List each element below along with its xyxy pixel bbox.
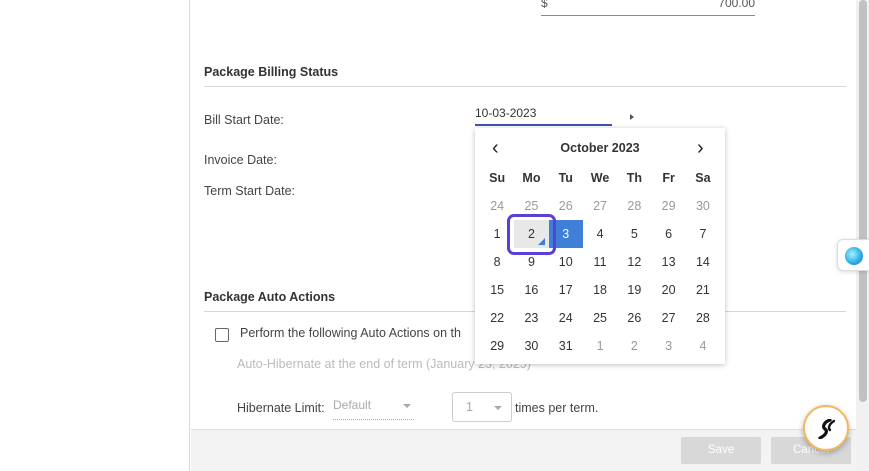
calendar-day[interactable]: 9 <box>514 248 548 276</box>
calendar-day[interactable]: 23 <box>514 304 548 332</box>
amount-field[interactable]: $ 700.00 <box>541 0 755 16</box>
calendar-day[interactable]: 7 <box>686 220 720 248</box>
billing-section-divider <box>204 86 846 87</box>
chat-logo-icon <box>818 419 836 439</box>
calendar-day[interactable]: 17 <box>549 276 583 304</box>
calendar-day[interactable]: 10 <box>549 248 583 276</box>
assistant-orb-icon <box>845 247 863 265</box>
left-blank-area <box>0 0 190 471</box>
weekday-header: Th <box>626 171 642 185</box>
calendar-day-next-month[interactable]: 4 <box>686 332 720 360</box>
times-value: 1 <box>466 400 473 414</box>
calendar-day[interactable]: 20 <box>651 276 685 304</box>
help-chat-button[interactable] <box>803 405 849 451</box>
calendar-day[interactable]: 4 <box>583 220 617 248</box>
scrollbar-thumb[interactable] <box>859 0 867 402</box>
calendar-day[interactable]: 29 <box>480 332 514 360</box>
calendar-day-prev-month[interactable]: 25 <box>514 192 548 220</box>
weekday-header: Fr <box>662 171 675 185</box>
calendar-day[interactable]: 31 <box>549 332 583 360</box>
hibernate-limit-select[interactable]: Default <box>333 396 414 420</box>
calendar-day-prev-month[interactable]: 29 <box>651 192 685 220</box>
auto-actions-checkbox[interactable] <box>215 328 229 342</box>
calendar-day[interactable]: 12 <box>617 248 651 276</box>
calendar-day[interactable]: 18 <box>583 276 617 304</box>
bill-start-label: Bill Start Date: <box>204 113 284 127</box>
calendar-day-prev-month[interactable]: 27 <box>583 192 617 220</box>
calendar-day[interactable]: 11 <box>583 248 617 276</box>
auto-actions-section-title: Package Auto Actions <box>204 290 336 304</box>
hibernate-limit-label: Hibernate Limit: <box>237 401 325 415</box>
weekday-header: Mo <box>522 171 541 185</box>
calendar-day-prev-month[interactable]: 28 <box>617 192 651 220</box>
calendar-day-selected[interactable]: 3 <box>548 220 583 248</box>
calendar-day[interactable]: 8 <box>480 248 514 276</box>
chevron-down-icon <box>403 404 411 408</box>
currency-symbol: $ <box>541 0 548 10</box>
calendar-day-prev-month[interactable]: 24 <box>480 192 514 220</box>
date-picker-calendar: ‹ October 2023 › Su Mo Tu We Th Fr Sa 24… <box>475 128 725 364</box>
term-start-label: Term Start Date: <box>204 184 295 198</box>
bill-start-date-input[interactable]: 10-03-2023 <box>475 104 612 126</box>
calendar-day-prev-month[interactable]: 30 <box>686 192 720 220</box>
calendar-day[interactable]: 28 <box>686 304 720 332</box>
calendar-day[interactable]: 6 <box>651 220 685 248</box>
calendar-day[interactable]: 14 <box>686 248 720 276</box>
weekday-header: Sa <box>695 171 711 185</box>
chevron-down-icon <box>494 406 502 410</box>
calendar-day[interactable]: 16 <box>514 276 548 304</box>
date-arrow-icon[interactable] <box>630 114 634 120</box>
billing-section-title: Package Billing Status <box>204 65 339 79</box>
calendar-day[interactable]: 5 <box>617 220 651 248</box>
weekday-header: Su <box>489 171 506 185</box>
calendar-month-title: October 2023 <box>560 141 640 155</box>
assistant-side-tab[interactable] <box>837 239 869 271</box>
next-month-button[interactable]: › <box>697 138 704 158</box>
calendar-day[interactable]: 19 <box>617 276 651 304</box>
calendar-day[interactable]: 26 <box>617 304 651 332</box>
auto-actions-checkbox-label[interactable]: Perform the following Auto Actions on th <box>240 326 461 340</box>
calendar-day[interactable]: 21 <box>686 276 720 304</box>
calendar-day[interactable]: 1 <box>480 220 514 248</box>
calendar-grid: Su Mo Tu We Th Fr Sa 24 25 26 27 28 29 3… <box>480 164 723 360</box>
calendar-header: ‹ October 2023 › <box>475 128 725 168</box>
save-button[interactable]: Save <box>681 437 761 464</box>
invoice-date-label: Invoice Date: <box>204 153 277 167</box>
calendar-day[interactable]: 15 <box>480 276 514 304</box>
hibernate-limit-value: Default <box>333 398 372 412</box>
times-per-term-select[interactable]: 1 <box>452 392 512 422</box>
calendar-day-next-month[interactable]: 2 <box>617 332 651 360</box>
calendar-day-prev-month[interactable]: 26 <box>549 192 583 220</box>
calendar-day[interactable]: 24 <box>549 304 583 332</box>
amount-value: 700.00 <box>718 0 755 10</box>
calendar-day[interactable]: 22 <box>480 304 514 332</box>
weekday-header: We <box>590 171 610 185</box>
focus-corner-marker <box>538 238 545 245</box>
calendar-day[interactable]: 30 <box>514 332 548 360</box>
weekday-header: Tu <box>558 171 573 185</box>
calendar-day-next-month[interactable]: 1 <box>583 332 617 360</box>
calendar-day-next-month[interactable]: 3 <box>651 332 685 360</box>
calendar-day[interactable]: 27 <box>651 304 685 332</box>
calendar-day[interactable]: 13 <box>651 248 685 276</box>
times-per-term-label: times per term. <box>515 401 599 415</box>
calendar-day[interactable]: 25 <box>583 304 617 332</box>
